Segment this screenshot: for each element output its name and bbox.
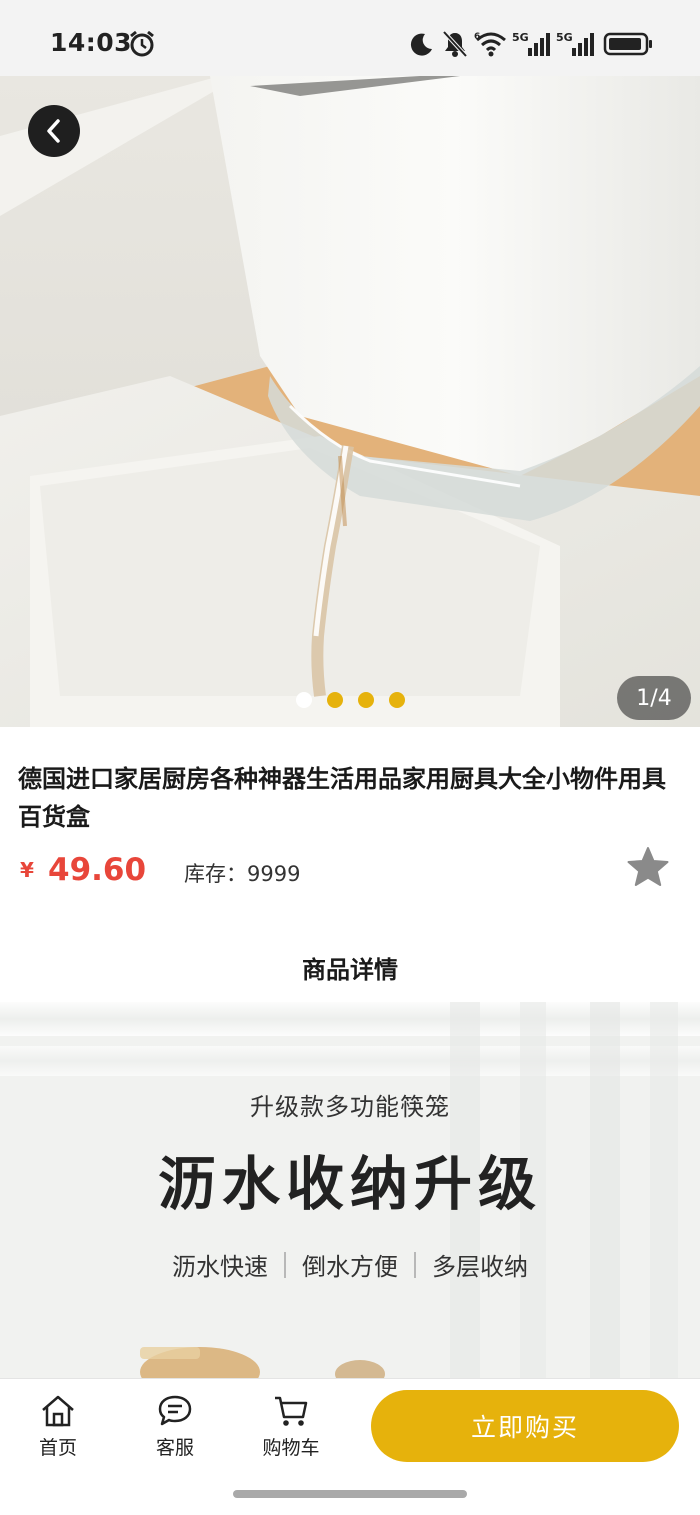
product-gallery[interactable] xyxy=(0,76,700,727)
gallery-dot[interactable] xyxy=(389,692,405,708)
svg-text:6: 6 xyxy=(474,32,480,42)
feature-divider xyxy=(284,1251,286,1278)
buy-now-button[interactable]: 立即购买 xyxy=(371,1390,679,1462)
gallery-dots xyxy=(296,692,405,708)
product-photo xyxy=(0,76,700,727)
section-title: 商品详情 xyxy=(302,956,398,984)
home-indicator[interactable] xyxy=(233,1490,467,1498)
cart-icon xyxy=(275,1396,308,1426)
nav-customer-service[interactable]: 客服 xyxy=(130,1393,220,1460)
star-icon[interactable] xyxy=(626,846,670,888)
back-button[interactable] xyxy=(28,105,80,157)
product-price: 49.60 xyxy=(48,852,147,888)
battery-icon xyxy=(603,30,653,58)
gallery-dot[interactable] xyxy=(358,692,374,708)
signal-5g-icon: 5G xyxy=(512,30,552,58)
stock-count: 库存：9999 xyxy=(184,862,301,886)
chevron-left-icon xyxy=(47,119,60,143)
status-bar: 14:03 6 5G 5G xyxy=(0,0,700,76)
bell-off-icon xyxy=(442,30,468,58)
gallery-dot[interactable] xyxy=(327,692,343,708)
chat-icon xyxy=(158,1395,192,1426)
feature-label: 多层收纳 xyxy=(432,1253,528,1281)
product-title: 德国进口家居厨房各种神器生活用品家用厨具大全小物件用具百货盒 xyxy=(18,765,666,831)
page-counter: 1/4 xyxy=(617,676,691,720)
signal-5g-icon: 5G xyxy=(556,30,596,58)
price-currency: ¥ xyxy=(20,858,34,882)
nav-cart-label: 购物车 xyxy=(262,1437,320,1459)
wifi-icon: 6 xyxy=(474,30,508,58)
nav-customer-service-label: 客服 xyxy=(155,1437,194,1459)
banner-headline: 沥水收纳升级 xyxy=(157,1150,542,1218)
alarm-icon xyxy=(128,30,156,58)
nav-home-label: 首页 xyxy=(38,1437,77,1459)
svg-text:5G: 5G xyxy=(556,31,573,44)
status-time: 14:03 xyxy=(50,28,133,57)
detail-banner: 升级款多功能筷笼 沥水收纳升级 沥水快速 倒水方便 多层收纳 xyxy=(0,1002,700,1380)
feature-label: 倒水方便 xyxy=(302,1253,398,1281)
banner-subtitle: 升级款多功能筷笼 xyxy=(250,1093,450,1121)
banner-features: 沥水快速 倒水方便 多层收纳 xyxy=(0,1247,700,1282)
nav-cart[interactable]: 购物车 xyxy=(246,1393,336,1460)
svg-text:5G: 5G xyxy=(512,31,529,44)
gallery-dot-active[interactable] xyxy=(296,692,312,708)
nav-home[interactable]: 首页 xyxy=(13,1393,103,1460)
feature-label: 沥水快速 xyxy=(172,1253,268,1281)
feature-divider xyxy=(414,1251,416,1278)
home-icon xyxy=(42,1395,74,1427)
moon-icon xyxy=(408,30,434,58)
bottom-nav: 首页 客服 购物车 立即购买 xyxy=(0,1378,700,1515)
